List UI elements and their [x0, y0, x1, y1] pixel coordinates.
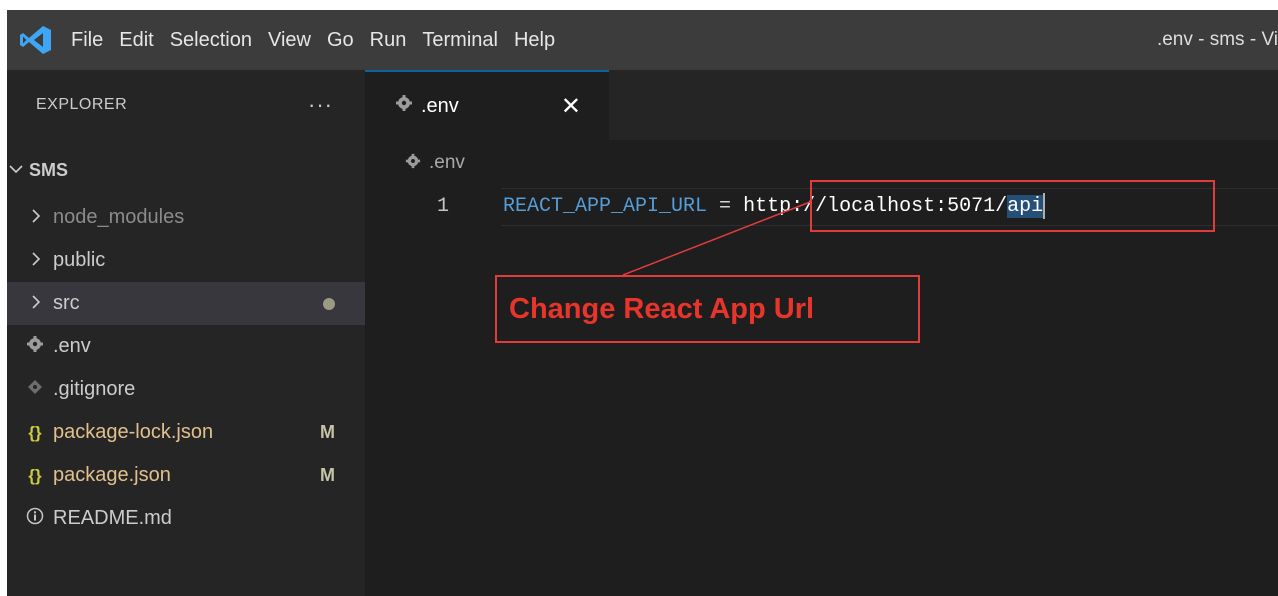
menu-selection[interactable]: Selection — [162, 10, 260, 70]
tree-item-label: src — [53, 292, 80, 314]
tree-item-node-modules[interactable]: node_modules — [7, 196, 365, 239]
tree-item-package-lock[interactable]: {} package-lock.json M — [7, 411, 365, 454]
more-actions-icon[interactable]: ··· — [308, 94, 333, 116]
assignment-operator: = — [707, 195, 744, 218]
menu-view[interactable]: View — [260, 10, 319, 70]
json-braces-icon: {} — [28, 422, 42, 442]
env-variable-name: REACT_APP_API_URL — [503, 195, 708, 218]
editor-area: .env ✕ .env 1 REACT_APP_API_URL = http:/… — [365, 70, 1278, 596]
gear-icon — [405, 153, 421, 174]
tree-item-label: package-lock.json — [53, 421, 214, 443]
chevron-right-icon — [29, 249, 43, 272]
menu-edit[interactable]: Edit — [111, 10, 161, 70]
callout-text: Change React App Url — [509, 292, 815, 325]
tree-item-readme[interactable]: README.md — [7, 497, 365, 540]
menu-terminal[interactable]: Terminal — [414, 10, 506, 70]
menu-help[interactable]: Help — [506, 10, 563, 70]
tab-bar: .env ✕ — [365, 70, 1278, 140]
tree-item-src[interactable]: src — [7, 282, 365, 325]
menu-run[interactable]: Run — [362, 10, 415, 70]
explorer-header: EXPLORER ··· — [7, 70, 365, 140]
tree-item-package-json[interactable]: {} package.json M — [7, 454, 365, 497]
explorer-title: EXPLORER — [36, 96, 128, 113]
chevron-down-icon — [9, 159, 23, 182]
url-highlight-box — [810, 180, 1215, 232]
callout-box: Change React App Url — [495, 275, 920, 343]
chevron-right-icon — [29, 206, 43, 229]
json-braces-icon: {} — [28, 465, 42, 485]
chevron-right-icon — [29, 292, 43, 315]
vscode-window: File Edit Selection View Go Run Terminal… — [7, 10, 1278, 596]
breadcrumb[interactable]: .env — [405, 152, 465, 174]
modified-badge: M — [320, 465, 335, 485]
folder-root-label: SMS — [29, 160, 69, 180]
info-icon — [25, 507, 45, 530]
menu-go[interactable]: Go — [319, 10, 362, 70]
gear-icon — [25, 335, 45, 358]
gear-icon — [395, 94, 413, 118]
tree-item-gitignore[interactable]: .gitignore — [7, 368, 365, 411]
vscode-logo-icon[interactable] — [19, 24, 53, 56]
title-bar: File Edit Selection View Go Run Terminal… — [7, 10, 1278, 70]
modified-badge: M — [320, 422, 335, 442]
close-icon[interactable]: ✕ — [561, 92, 581, 121]
tree-item-label: .gitignore — [53, 378, 136, 400]
explorer-sidebar: EXPLORER ··· SMS node_modules public src… — [7, 70, 365, 596]
tab-env[interactable]: .env ✕ — [365, 70, 609, 140]
tree-item-label: node_modules — [53, 206, 185, 228]
tree-item-label: public — [53, 249, 106, 271]
breadcrumb-label: .env — [429, 152, 465, 173]
modified-dot-icon — [323, 297, 335, 310]
tree-item-label: .env — [53, 335, 91, 357]
tree-item-public[interactable]: public — [7, 239, 365, 282]
line-number: 1 — [437, 195, 450, 218]
folder-root-sms[interactable]: SMS — [7, 149, 365, 192]
tree-item-label: package.json — [53, 464, 171, 486]
tree-item-env[interactable]: .env — [7, 325, 365, 368]
git-diamond-icon — [25, 379, 45, 400]
menu-file[interactable]: File — [63, 10, 111, 70]
tree-item-label: README.md — [53, 507, 172, 529]
window-title: .env - sms - Vi — [1156, 29, 1278, 50]
tab-label: .env — [421, 94, 459, 117]
